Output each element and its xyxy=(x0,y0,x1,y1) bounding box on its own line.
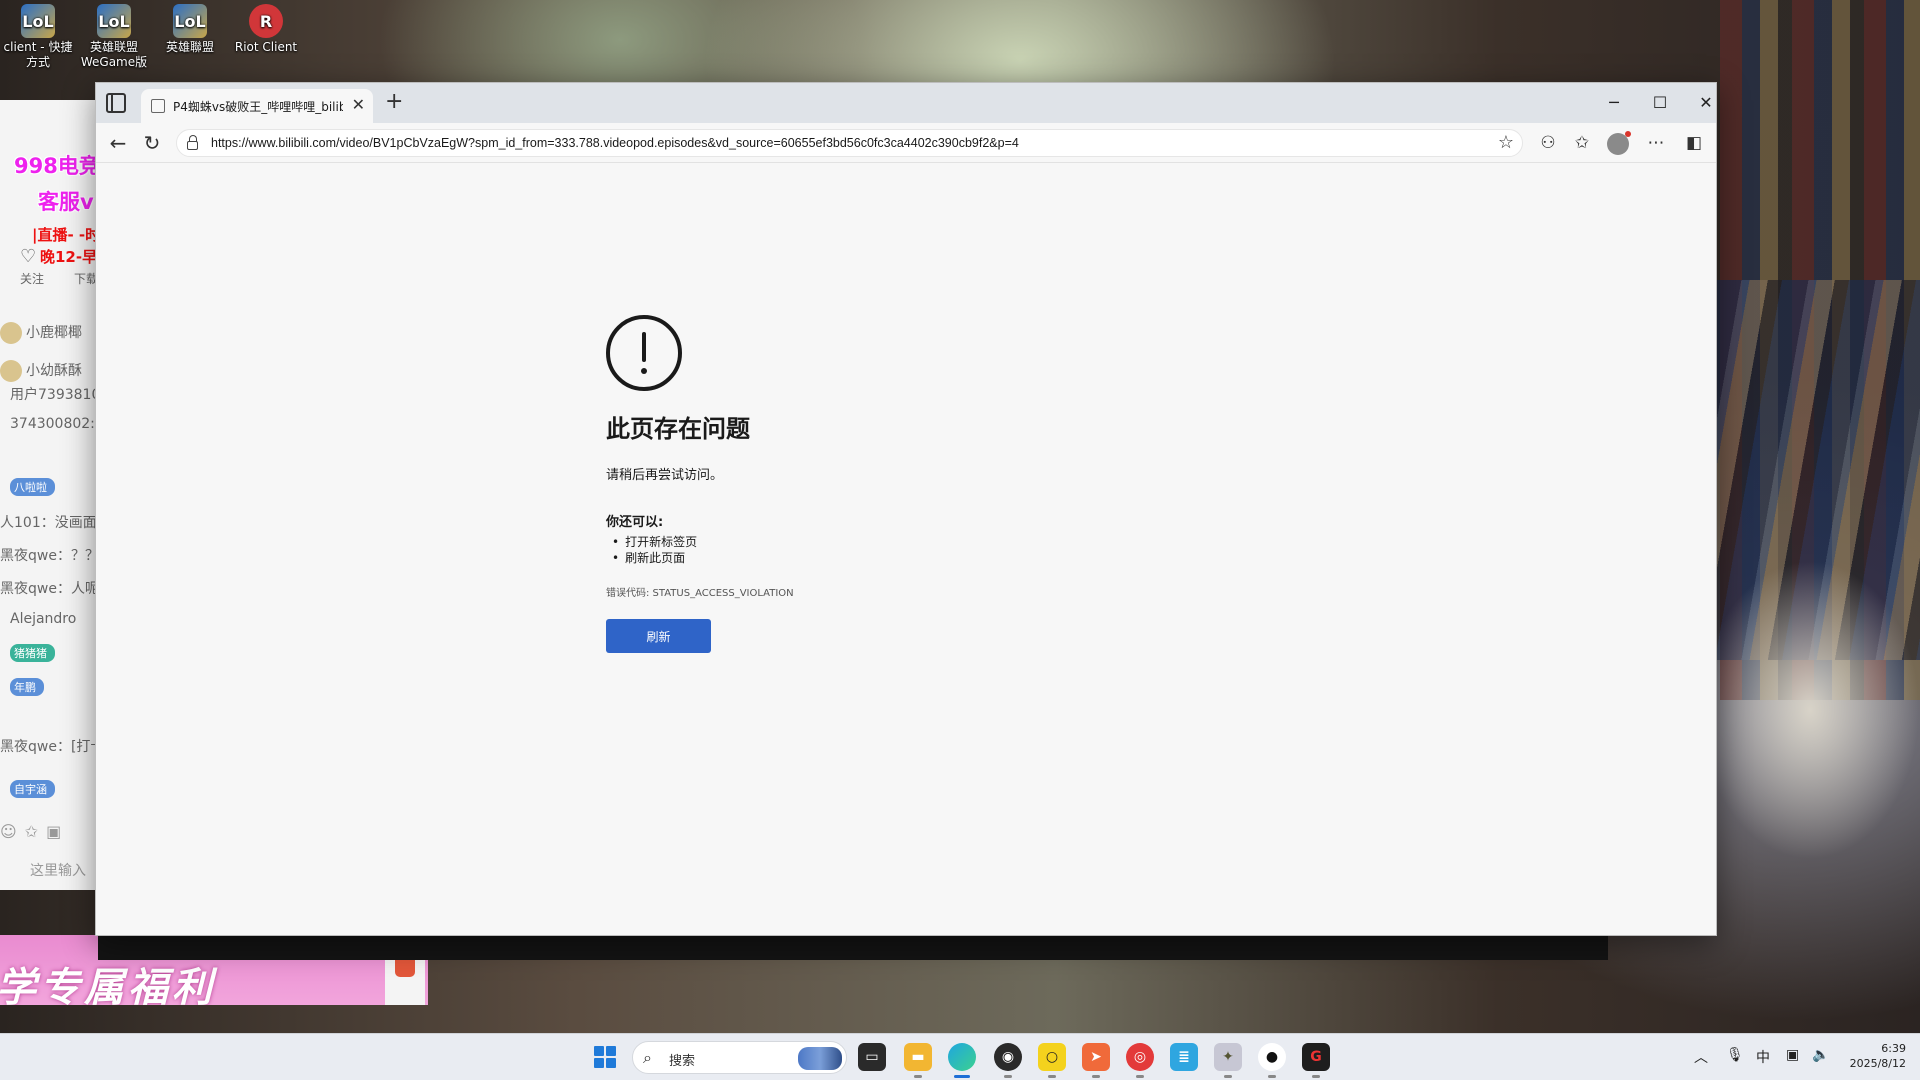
tray-overflow-icon[interactable]: ︿ xyxy=(1694,1047,1708,1067)
back-arrow-icon[interactable]: ← xyxy=(104,129,132,157)
chat-input[interactable]: 这里输入 xyxy=(30,860,98,886)
search-highlight-image xyxy=(798,1047,842,1070)
clock-date: 2025/8/12 xyxy=(1849,1057,1906,1070)
favorite-star-icon[interactable]: ☆ xyxy=(1498,132,1514,153)
fan-medal: 八啦啦 xyxy=(10,478,55,496)
sidebar-panel-icon[interactable]: ◧ xyxy=(1680,129,1708,157)
maximize-button[interactable]: ☐ xyxy=(1640,89,1680,117)
lol-icon: LoL xyxy=(173,4,207,38)
edge-browser-icon[interactable] xyxy=(948,1043,976,1078)
qq-penguin-icon[interactable]: ● xyxy=(1258,1043,1286,1078)
chat-line: 黑夜qwe：人呢 xyxy=(0,581,98,597)
chat-line: 自宇涵 xyxy=(0,780,55,798)
alternatives-list: 打开新标签页 刷新此页面 xyxy=(606,534,1106,566)
gift-icon xyxy=(0,322,22,344)
app-orange-icon[interactable]: ➤ xyxy=(1082,1043,1110,1078)
lol-wegame-icon: LoL xyxy=(97,4,131,38)
taskbar-search[interactable]: ⌕ 搜索 xyxy=(632,1041,847,1074)
profile-avatar-icon[interactable] xyxy=(1607,131,1631,155)
desktop-icon-lol[interactable]: LoL 英雄聯盟 xyxy=(152,4,228,55)
tab-title: P4蜘蛛vs破败王_哔哩哔哩_bilibili xyxy=(173,100,343,114)
tab-close-icon[interactable]: ✕ xyxy=(352,95,365,114)
favorites-icon[interactable]: ✩ xyxy=(1568,129,1596,157)
error-description: 请稍后再尝试访问。 xyxy=(606,468,724,483)
chat-line: 黑夜qwe：？？ xyxy=(0,548,98,564)
chat-line: 八啦啦 xyxy=(0,478,55,496)
extension-icon[interactable]: ⚇ xyxy=(1534,129,1562,157)
follow-button[interactable]: ♡ xyxy=(20,246,36,267)
tab-actions-icon[interactable] xyxy=(106,93,126,113)
new-tab-icon[interactable]: + xyxy=(385,89,403,114)
live-stream-panel: 小鹿椰椰 小幼酥酥 用户7393810 374300802: 八啦啦 人101：… xyxy=(0,100,98,890)
heart-icon: ♡ xyxy=(20,246,37,267)
desktop-icon-wegame[interactable]: LoL 英雄联盟WeGame版 xyxy=(76,4,152,70)
error-code: 错误代码: STATUS_ACCESS_VIOLATION xyxy=(606,588,794,599)
desktop-icon-riot-client[interactable]: R Riot Client xyxy=(228,4,304,55)
volume-icon[interactable]: 🔈 xyxy=(1812,1047,1829,1063)
lol-client-icon: LoL xyxy=(21,4,55,38)
fan-medal: 年鹏 xyxy=(10,678,44,696)
chat-line: 小鹿椰椰 xyxy=(0,322,82,344)
wallpaper-light xyxy=(1700,560,1920,860)
desktop-icon-label: client - 快捷方式 xyxy=(3,40,73,69)
fan-medal: 猪猪猪 xyxy=(10,644,55,662)
close-button[interactable]: ✕ xyxy=(1686,89,1726,117)
error-content: 此页存在问题 请稍后再尝试访问。 你还可以: 打开新标签页 刷新此页面 错误代码… xyxy=(606,315,1106,653)
alternative-refresh: 刷新此页面 xyxy=(606,550,1106,566)
gift-icon xyxy=(0,360,22,382)
app-g-icon[interactable]: G xyxy=(1302,1043,1330,1078)
error-title: 此页存在问题 xyxy=(606,415,750,443)
riot-fist-icon: R xyxy=(249,4,283,38)
search-icon: ⌕ xyxy=(643,1048,652,1067)
tab-active[interactable]: P4蜘蛛vs破败王_哔哩哔哩_bilibili ✕ xyxy=(141,89,373,123)
microphone-icon[interactable]: 🎙 xyxy=(1726,1047,1744,1063)
desktop-icon-client[interactable]: LoL client - 快捷方式 xyxy=(0,4,76,70)
app-yellow-icon[interactable]: ○ xyxy=(1038,1043,1066,1078)
clock-time: 6:39 xyxy=(1881,1042,1906,1055)
netease-music-icon[interactable]: ◎ xyxy=(1126,1043,1154,1078)
alternatives-heading: 你还可以: xyxy=(606,515,664,530)
chat-line: 用户7393810 xyxy=(10,387,98,403)
chat-toolbar[interactable]: ☺✩▣ xyxy=(0,822,69,841)
chat-line: 猪猪猪 xyxy=(0,644,55,662)
follow-label: 关注 xyxy=(20,272,45,286)
chat-line: 年鹏 xyxy=(0,678,44,696)
browser-toolbar: ← ↻ https://www.bilibili.com/video/BV1pC… xyxy=(96,123,1716,163)
page-error-icon xyxy=(151,99,165,113)
chat-line: 小幼酥酥 xyxy=(0,360,82,382)
browser-titlebar: P4蜘蛛vs破败王_哔哩哔哩_bilibili ✕ + ─ ☐ ✕ xyxy=(96,83,1716,123)
chat-line: 人101：没画面 xyxy=(0,515,97,531)
search-placeholder: 搜索 xyxy=(669,1054,696,1069)
more-menu-icon[interactable]: ⋯ xyxy=(1642,129,1670,157)
promo-text: 学专属福利 xyxy=(0,965,216,1005)
taskbar: ⌕ 搜索 ▭ ▬ ◉ ○ ➤ ◎ ≣ ✦ ● G ︿ 🎙 中 ▣ 🔈 6:39 … xyxy=(0,1033,1920,1080)
lock-icon[interactable] xyxy=(187,135,198,150)
network-icon[interactable]: ▣ xyxy=(1786,1047,1799,1063)
desktop-icon-label: Riot Client xyxy=(234,40,298,54)
obs-icon[interactable]: ◉ xyxy=(994,1043,1022,1078)
chat-line: 黑夜qwe：[打卡 xyxy=(0,739,98,755)
exclamation-circle-icon xyxy=(606,315,682,391)
game-app-icon[interactable]: ✦ xyxy=(1214,1043,1242,1078)
task-view-icon[interactable]: ▭ xyxy=(858,1043,886,1071)
ime-indicator[interactable]: 中 xyxy=(1756,1047,1770,1067)
file-explorer-icon[interactable]: ▬ xyxy=(904,1043,932,1078)
desktop-icon-label: 英雄聯盟 xyxy=(165,40,214,54)
refresh-button[interactable]: 刷新 xyxy=(606,619,711,653)
chat-line: 374300802: xyxy=(10,416,95,432)
alternative-new-tab: 打开新标签页 xyxy=(606,534,1106,550)
notepad-icon[interactable]: ≣ xyxy=(1170,1043,1198,1071)
browser-window: P4蜘蛛vs破败王_哔哩哔哩_bilibili ✕ + ─ ☐ ✕ ← ↻ ht… xyxy=(95,82,1717,936)
refresh-icon[interactable]: ↻ xyxy=(138,129,166,157)
minimize-button[interactable]: ─ xyxy=(1594,89,1634,117)
windows-start-icon[interactable] xyxy=(594,1046,616,1068)
fan-medal: 自宇涵 xyxy=(10,780,55,798)
desktop-icon-label: 英雄联盟WeGame版 xyxy=(80,40,148,69)
system-clock[interactable]: 6:39 2025/8/12 xyxy=(1836,1041,1906,1071)
url-text[interactable]: https://www.bilibili.com/video/BV1pCbVza… xyxy=(211,136,1019,150)
chat-line: Alejandro xyxy=(10,611,77,627)
address-bar[interactable]: https://www.bilibili.com/video/BV1pCbVza… xyxy=(176,129,1523,157)
